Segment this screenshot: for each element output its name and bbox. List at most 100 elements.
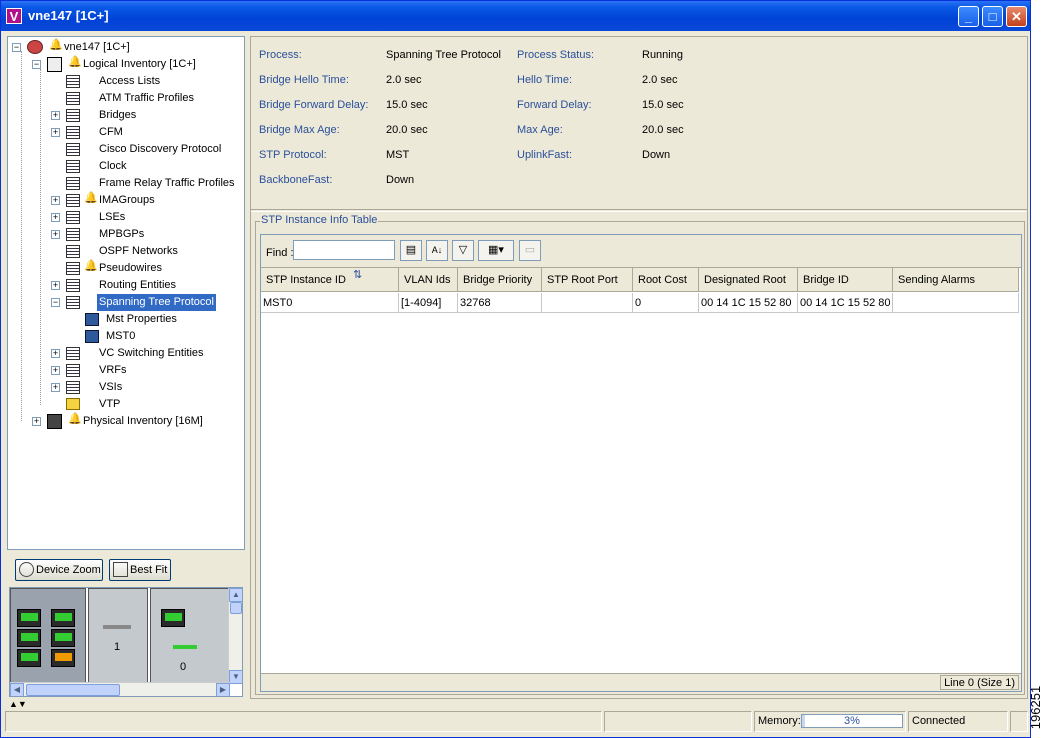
- title-bar[interactable]: V vne147 [1C+] _ □ ✕: [1, 1, 1030, 31]
- table-cell[interactable]: [893, 293, 1019, 313]
- critical-alarm-icon: 🔔: [84, 192, 98, 204]
- property-value: 15.0 sec: [386, 99, 428, 111]
- table-icon: [66, 109, 80, 122]
- expand-icon[interactable]: +: [51, 196, 60, 205]
- maximize-button[interactable]: □: [982, 6, 1003, 27]
- property-value: 2.0 sec: [642, 74, 678, 86]
- property-value: MST: [386, 149, 410, 161]
- expand-icon[interactable]: +: [51, 111, 60, 120]
- find-input[interactable]: [293, 240, 395, 260]
- save-icon[interactable]: ▤: [400, 240, 422, 261]
- table-container: Find : ▤ A↓ ▽ ▦▾ ▭ STP Instance ID ⇅ VLAN …: [260, 234, 1022, 692]
- property-value: Down: [386, 174, 415, 186]
- scroll-left-button[interactable]: ◀: [10, 683, 24, 696]
- table-cell[interactable]: 32768: [458, 293, 542, 313]
- columns-dropdown-icon[interactable]: ▦▾: [478, 240, 514, 261]
- export-icon: ▭: [519, 240, 541, 261]
- scroll-down-button[interactable]: ▼: [229, 670, 242, 684]
- tree-node-label: Clock: [99, 160, 127, 172]
- expand-icon[interactable]: +: [32, 417, 41, 426]
- major-alarm-icon: 🔔: [84, 260, 98, 272]
- scroll-up-button[interactable]: ▲: [229, 588, 242, 602]
- column-header[interactable]: STP Root Port: [542, 268, 633, 292]
- expand-icon[interactable]: +: [51, 213, 60, 222]
- tree-node-label: MPBGPs: [99, 228, 145, 240]
- collapse-icon[interactable]: −: [32, 60, 41, 69]
- table-cell[interactable]: 00 14 1C 15 52 80: [699, 293, 798, 313]
- major-alarm-icon: 🔔: [68, 413, 82, 425]
- best-fit-button[interactable]: Best Fit: [109, 559, 171, 581]
- tree-node-label: Cisco Discovery Protocol: [99, 143, 222, 155]
- table-footer: Line 0 (Size 1): [261, 673, 1021, 691]
- critical-alarm-icon: 🔔: [68, 56, 82, 68]
- table-icon: [66, 194, 80, 207]
- table-icon: [66, 364, 80, 377]
- property-value: 20.0 sec: [386, 124, 428, 136]
- tree-node-label: OSPF Networks: [99, 245, 178, 257]
- find-label: Find :: [266, 247, 294, 259]
- column-header[interactable]: VLAN Ids: [399, 268, 458, 292]
- tree-node-label: VRFs: [99, 364, 127, 376]
- collapse-icon[interactable]: −: [51, 298, 60, 307]
- horizontal-scrollbar[interactable]: ◀ ▶: [10, 682, 230, 696]
- expand-icon[interactable]: +: [51, 281, 60, 290]
- column-header[interactable]: Designated Root: [699, 268, 798, 292]
- table-icon: [66, 143, 80, 156]
- scroll-right-button[interactable]: ▶: [216, 683, 230, 696]
- table-cell[interactable]: [1-4094]: [399, 293, 458, 313]
- close-button[interactable]: ✕: [1006, 6, 1027, 27]
- table-icon: [66, 347, 80, 360]
- resize-grip[interactable]: [1010, 711, 1028, 732]
- minimize-button[interactable]: _: [958, 6, 979, 27]
- scroll-thumb[interactable]: [26, 684, 120, 696]
- status-message: [5, 711, 602, 732]
- tree-node-label: Spanning Tree Protocol: [97, 294, 216, 311]
- column-header[interactable]: Bridge Priority: [458, 268, 542, 292]
- property-value: 15.0 sec: [642, 99, 684, 111]
- property-value: Down: [642, 149, 671, 161]
- row-count-label: Line 0 (Size 1): [940, 675, 1019, 690]
- tree-node-label: Access Lists: [99, 75, 161, 87]
- collapse-icon[interactable]: −: [12, 43, 21, 52]
- application-window: V vne147 [1C+] _ □ ✕ − 🔔 vne147 [1C+] − …: [0, 0, 1031, 738]
- tree-node-label: Logical Inventory [1C+]: [83, 58, 196, 70]
- splitter-toggle-icon[interactable]: ▲▼: [9, 700, 27, 709]
- tree-node-label: VSIs: [99, 381, 123, 393]
- status-field: [604, 711, 752, 732]
- table-cell[interactable]: 00 14 1C 15 52 80: [798, 293, 893, 313]
- scroll-thumb[interactable]: [230, 602, 242, 614]
- vertical-scrollbar[interactable]: ▲ ▼: [228, 588, 242, 684]
- expand-icon[interactable]: +: [51, 128, 60, 137]
- connection-status-label: Connected: [912, 715, 966, 727]
- table-cell[interactable]: [542, 293, 633, 313]
- property-label: UplinkFast:: [517, 149, 573, 161]
- expand-icon[interactable]: +: [51, 349, 60, 358]
- column-header[interactable]: Sending Alarms: [893, 268, 1019, 292]
- tree-node-label: vne147 [1C+]: [64, 41, 130, 53]
- device-view[interactable]: 1 0 ▲ ▼ ◀ ▶: [9, 587, 243, 697]
- app-icon: V: [6, 8, 22, 24]
- connection-status: Connected: [908, 711, 1008, 732]
- expand-icon[interactable]: +: [51, 230, 60, 239]
- table-cell[interactable]: MST0: [261, 293, 399, 313]
- property-label: Forward Delay:: [517, 99, 592, 111]
- column-header[interactable]: Root Cost: [633, 268, 699, 292]
- table-cell[interactable]: 0: [633, 293, 699, 313]
- critical-alarm-icon: 🔔: [49, 39, 63, 51]
- inventory-tree[interactable]: − 🔔 vne147 [1C+] − 🔔 Logical Inventory […: [7, 36, 245, 550]
- filter-icon[interactable]: ▽: [452, 240, 474, 261]
- property-value: 20.0 sec: [642, 124, 684, 136]
- logical-inventory-icon: [47, 57, 62, 72]
- property-value: Spanning Tree Protocol: [386, 49, 501, 61]
- sort-icon[interactable]: A↓: [426, 240, 448, 261]
- property-label: STP Protocol:: [259, 149, 327, 161]
- memory-label: Memory:: [758, 715, 801, 727]
- property-label: Bridge Forward Delay:: [259, 99, 369, 111]
- column-header[interactable]: STP Instance ID: [261, 268, 399, 292]
- device-zoom-button[interactable]: Device Zoom: [15, 559, 103, 581]
- expand-icon[interactable]: +: [51, 366, 60, 375]
- column-header[interactable]: Bridge ID: [798, 268, 893, 292]
- memory-value: 3%: [844, 715, 860, 727]
- expand-icon[interactable]: +: [51, 383, 60, 392]
- stp-instance-table[interactable]: STP Instance ID ⇅ VLAN Ids Bridge Priority S…: [261, 267, 1021, 675]
